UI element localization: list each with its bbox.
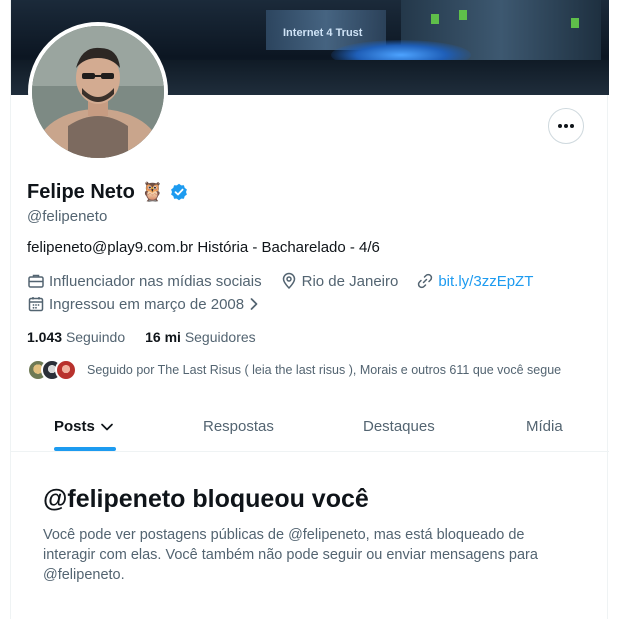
more-options-icon <box>558 124 574 128</box>
profile-joined-row: Ingressou em março de 2008 <box>27 295 260 313</box>
profile-page: Internet 4 Trust Felipe Neto 🦉 @felipene… <box>10 0 609 619</box>
tab-respostas[interactable]: Respostas <box>203 418 274 435</box>
followed-by-text: Seguido por The Last Risus ( leia the la… <box>87 363 562 377</box>
followers-link[interactable]: 16 mi Seguidores <box>145 329 256 345</box>
followers-you-know[interactable]: Seguido por The Last Risus ( leia the la… <box>27 359 561 381</box>
profile-meta-row: Influenciador nas mídias sociais Rio de … <box>27 272 533 290</box>
briefcase-icon <box>28 274 44 288</box>
verified-badge-icon[interactable] <box>170 183 188 201</box>
tab-posts-label: Posts <box>54 418 95 435</box>
banner-decor <box>431 14 439 24</box>
following-label: Seguindo <box>65 329 126 345</box>
profile-name-row: Felipe Neto 🦉 <box>27 180 188 204</box>
banner-logo-text: Internet 4 Trust <box>283 27 363 39</box>
avatar-photo <box>32 26 164 158</box>
banner-decor <box>571 18 579 28</box>
blocked-message: Você pode ver postagens públicas de @fel… <box>43 527 538 583</box>
tab-destaques[interactable]: Destaques <box>363 418 435 435</box>
profile-name: Felipe Neto <box>27 180 135 203</box>
profile-handle: @felipeneto <box>27 208 108 225</box>
chevron-down-icon <box>101 423 113 430</box>
calendar-icon <box>28 297 44 312</box>
profile-bio: felipeneto@play9.com.br História - Bacha… <box>27 239 380 256</box>
profile-location: Rio de Janeiro <box>301 272 399 290</box>
tab-active-indicator <box>54 447 116 451</box>
profile-website-link[interactable]: bit.ly/3zzEpZT <box>438 273 533 290</box>
link-icon <box>418 273 433 289</box>
avatar <box>55 359 77 381</box>
following-link[interactable]: 1.043 Seguindo <box>27 329 125 345</box>
more-options-button[interactable] <box>548 108 584 144</box>
tab-midia[interactable]: Mídia <box>526 418 563 435</box>
profile-tabs: Posts Respostas Destaques Mídia <box>11 400 609 452</box>
following-count: 1.043 <box>27 329 63 345</box>
location-pin-icon <box>282 272 295 290</box>
tab-posts[interactable]: Posts <box>54 418 114 435</box>
profile-avatar[interactable] <box>28 22 168 162</box>
chevron-right-icon[interactable] <box>248 296 260 312</box>
owl-emoji: 🦉 <box>140 182 165 203</box>
profile-category: Influenciador nas mídias sociais <box>49 272 262 290</box>
blocked-title: @felipeneto bloqueou você <box>43 485 369 513</box>
followers-count: 16 mi <box>145 329 181 345</box>
follow-stats: 1.043 Seguindo 16 mi Seguidores <box>27 329 256 345</box>
profile-joined: Ingressou em março de 2008 <box>49 295 245 313</box>
followers-label: Seguidores <box>184 329 256 345</box>
banner-decor <box>459 10 467 20</box>
